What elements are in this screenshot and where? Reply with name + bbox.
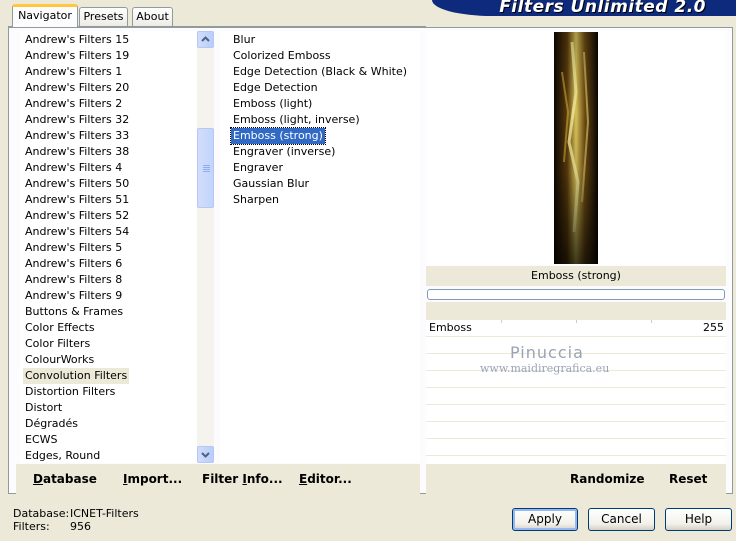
category-list-item[interactable]: Color Effects (23, 320, 97, 336)
preview-area (426, 31, 726, 265)
category-list-item[interactable]: Andrew's Filters 33 (23, 128, 131, 144)
category-list-item[interactable]: Andrew's Filters 4 (23, 160, 124, 176)
param-value: 255 (703, 321, 724, 334)
status-database-value: ICNET-Filters (70, 507, 139, 520)
category-list-item[interactable]: Andrew's Filters 2 (23, 96, 124, 112)
filter-list-item[interactable]: Edge Detection (231, 80, 320, 96)
category-list-item[interactable]: Andrew's Filters 32 (23, 112, 131, 128)
param-row-emboss[interactable]: Emboss 255 (426, 320, 726, 337)
database-button[interactable]: Database (33, 464, 97, 494)
category-list-item[interactable]: Distortion Filters (23, 384, 117, 400)
category-list-item[interactable]: Andrew's Filters 1 (23, 64, 124, 80)
category-list-item[interactable]: Andrew's Filters 9 (23, 288, 124, 304)
status-filters-value: 956 (70, 520, 91, 533)
right-toolbar: Randomize Reset (426, 464, 726, 494)
category-list-item[interactable]: Edges, Round (23, 448, 102, 464)
filter-list-item[interactable]: Emboss (light, inverse) (231, 112, 362, 128)
filter-list-item[interactable]: Engraver (inverse) (231, 144, 337, 160)
param-row[interactable] (426, 388, 726, 405)
help-button[interactable]: Help (665, 508, 732, 531)
watermark-site: www.maidiregrafica.eu (480, 362, 610, 375)
scroll-thumb[interactable] (197, 128, 214, 208)
randomize-button[interactable]: Randomize (570, 464, 644, 494)
category-scrollbar[interactable] (197, 31, 214, 463)
category-list[interactable]: Andrew's Filters 15 Andrew's Filters 19 An… (20, 31, 197, 463)
category-list-item[interactable]: Andrew's Filters 15 (23, 32, 131, 48)
filter-list-item[interactable]: Colorized Emboss (231, 48, 333, 64)
preview-image (554, 32, 598, 264)
tab-about[interactable]: About (132, 7, 173, 26)
category-list-item[interactable]: Andrew's Filters 52 (23, 208, 131, 224)
category-list-item[interactable]: Andrew's Filters 5 (23, 240, 124, 256)
status-filters-label: Filters: (13, 520, 50, 533)
category-list-item[interactable]: Dégradés (23, 416, 80, 432)
cancel-button[interactable]: Cancel (588, 508, 655, 531)
category-list-item[interactable]: Andrew's Filters 38 (23, 144, 131, 160)
param-row[interactable] (426, 439, 726, 456)
param-filler (426, 456, 726, 464)
category-list-item[interactable]: Andrew's Filters 54 (23, 224, 131, 240)
title-banner: Filters Unlimited 2.0 (432, 0, 736, 16)
param-row[interactable] (426, 422, 726, 439)
filter-list-item[interactable]: Engraver (231, 160, 285, 176)
chevron-down-icon (201, 452, 210, 458)
preview-filter-name: Emboss (strong) (426, 266, 726, 286)
category-list-item[interactable]: Convolution Filters (23, 368, 130, 384)
filter-list-item[interactable]: Gaussian Blur (231, 176, 311, 192)
separator (426, 302, 726, 320)
editor-button[interactable]: Editor... (299, 464, 352, 494)
left-toolbar: Database Import... Filter Info... Editor… (16, 464, 420, 494)
category-list-item[interactable]: Buttons & Frames (23, 304, 125, 320)
filter-list-item[interactable]: Emboss (light) (231, 96, 314, 112)
reset-button[interactable]: Reset (669, 464, 707, 494)
param-label: Emboss (429, 321, 472, 334)
filter-list-item[interactable]: Emboss (strong) (230, 127, 326, 145)
category-list-item[interactable]: Andrew's Filters 6 (23, 256, 124, 272)
filter-list-item[interactable]: Sharpen (231, 192, 281, 208)
category-list-item[interactable]: Andrew's Filters 8 (23, 272, 124, 288)
category-list-item[interactable]: Distort (23, 400, 64, 416)
banner-title: Filters Unlimited 2.0 (499, 0, 706, 16)
import-button[interactable]: Import... (123, 464, 182, 494)
category-list-item[interactable]: Andrew's Filters 19 (23, 48, 131, 64)
scroll-up-button[interactable] (197, 31, 214, 48)
filter-list-item[interactable]: Edge Detection (Black & White) (231, 64, 409, 80)
category-list-item[interactable]: Andrew's Filters 50 (23, 176, 131, 192)
param-row[interactable] (426, 405, 726, 422)
category-list-item[interactable]: Color Filters (23, 336, 92, 352)
filter-info-button[interactable]: Filter Info... (202, 464, 283, 494)
category-list-item[interactable]: Andrew's Filters 51 (23, 192, 131, 208)
watermark-name: Pinuccia (510, 343, 584, 362)
scroll-down-button[interactable] (197, 446, 214, 463)
tab-navigator[interactable]: Navigator (12, 4, 78, 27)
category-list-item[interactable]: Andrew's Filters 20 (23, 80, 131, 96)
tab-presets[interactable]: Presets (79, 7, 128, 26)
status-database-label: Database: (13, 507, 70, 520)
filter-list-item[interactable]: Blur (231, 32, 257, 48)
category-list-item[interactable]: ColourWorks (23, 352, 96, 368)
chevron-up-icon (201, 36, 210, 42)
progress-bar (427, 289, 725, 300)
apply-button[interactable]: Apply (512, 508, 578, 531)
category-list-item[interactable]: ECWS (23, 432, 60, 448)
filter-list[interactable]: Blur Colorized Emboss Edge Detection (Blac… (220, 31, 420, 463)
